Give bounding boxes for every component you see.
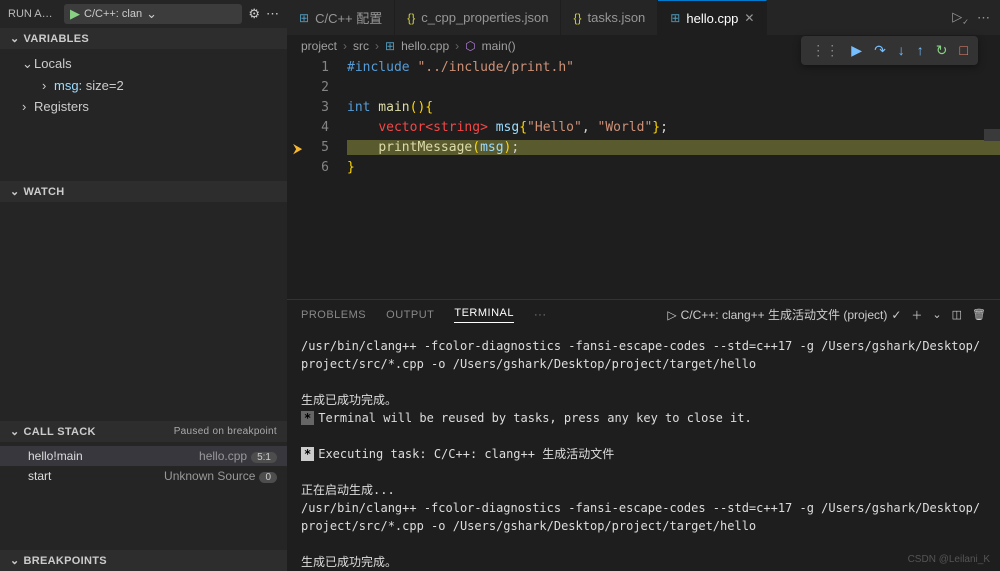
current-line-icon: ⮞	[293, 142, 302, 157]
tab-problems[interactable]: PROBLEMS	[301, 309, 366, 321]
debug-config-selector[interactable]: ▶ C/C++: clan ⌄	[64, 4, 242, 24]
main-area: ⊞C/C++ 配置 {}c_cpp_properties.json {}task…	[287, 0, 1000, 571]
task-icon: ▷	[667, 308, 676, 322]
callstack-panel: ⌄CALL STACK Paused on breakpoint hello!m…	[0, 421, 287, 490]
tab-terminal[interactable]: TERMINAL	[454, 307, 514, 323]
registers-scope[interactable]: ›Registers	[0, 96, 287, 117]
trash-icon[interactable]: 🗑	[972, 308, 986, 321]
minimap[interactable]	[984, 129, 1000, 141]
editor-tabs: ⊞C/C++ 配置 {}c_cpp_properties.json {}task…	[287, 0, 1000, 35]
locals-scope[interactable]: ⌄Locals	[0, 53, 287, 75]
debug-toolbar: ⋮⋮ ▶ ↷ ↓ ↑ ↻ □	[801, 36, 978, 65]
tab-tasks[interactable]: {}tasks.json	[561, 0, 658, 35]
grip-icon[interactable]: ⋮⋮	[811, 42, 839, 59]
tab-hello[interactable]: ⊞hello.cpp✕	[658, 0, 767, 35]
tab-cpp-config[interactable]: ⊞C/C++ 配置	[287, 0, 395, 35]
debug-sidebar: RUN AN... ▶ C/C++: clan ⌄ ⚙ ⋯ ⌄VARIABLES…	[0, 0, 287, 571]
task-mark-icon: *	[301, 447, 314, 461]
more-icon[interactable]: ⋯	[266, 6, 279, 22]
code-editor[interactable]: 1#include "../include/print.h" 2 3int ma…	[287, 57, 1000, 299]
json-icon: {}	[407, 11, 415, 25]
chevron-down-icon: ⌄	[10, 555, 20, 567]
tab-actions: ▷✓ ⋯	[942, 0, 1000, 35]
more-icon[interactable]: ⋯	[977, 10, 990, 26]
chevron-down-icon: ⌄	[146, 6, 157, 22]
breakpoints-panel: ⌄BREAKPOINTS	[0, 550, 287, 571]
chevron-down-icon[interactable]: ⌄	[932, 308, 941, 321]
bottom-panel: PROBLEMS OUTPUT TERMINAL ··· ▷C/C++: cla…	[287, 299, 1000, 571]
gear-icon[interactable]: ⚙	[248, 6, 260, 22]
chevron-down-icon: ⌄	[10, 426, 20, 438]
callstack-header[interactable]: ⌄CALL STACK Paused on breakpoint	[0, 421, 287, 442]
split-icon[interactable]: ◫	[952, 308, 962, 321]
step-out-icon[interactable]: ↑	[917, 42, 924, 59]
callstack-frame[interactable]: start Unknown Source0	[0, 466, 287, 486]
task-indicator[interactable]: ▷C/C++: clang++ 生成活动文件 (project) ✓	[667, 306, 901, 323]
chevron-down-icon: ⌄	[10, 33, 20, 45]
tab-more[interactable]: ···	[534, 309, 547, 321]
watermark: CSDN @Leilani_K	[908, 554, 990, 565]
chevron-right-icon: ›	[22, 99, 34, 114]
watch-header[interactable]: ⌄WATCH	[0, 181, 287, 202]
debug-config-name: C/C++: clan	[84, 8, 142, 20]
cpp-icon: ⊞	[670, 11, 680, 25]
callstack-status: Paused on breakpoint	[174, 426, 277, 437]
chevron-right-icon: ›	[42, 78, 54, 93]
continue-icon[interactable]: ▶	[851, 42, 862, 59]
callstack-frame[interactable]: hello!main hello.cpp5:1	[0, 446, 287, 466]
close-icon[interactable]: ✕	[744, 11, 754, 25]
restart-icon[interactable]: ↻	[936, 42, 948, 59]
run-debug-icon[interactable]: ▷✓	[952, 9, 969, 27]
json-icon: {}	[573, 11, 581, 25]
cpp-icon: ⊞	[299, 11, 309, 25]
new-terminal-icon[interactable]: ＋	[911, 307, 922, 323]
breakpoints-header[interactable]: ⌄BREAKPOINTS	[0, 550, 287, 571]
watch-panel: ⌄WATCH	[0, 181, 287, 202]
variables-panel: ⌄VARIABLES ⌄Locals ›msg: size=2 ›Registe…	[0, 28, 287, 121]
variables-header[interactable]: ⌄VARIABLES	[0, 28, 287, 49]
task-mark-icon: *	[301, 411, 314, 425]
chevron-down-icon: ⌄	[22, 56, 34, 72]
play-icon: ▶	[70, 6, 80, 22]
step-into-icon[interactable]: ↓	[898, 42, 905, 59]
chevron-down-icon: ⌄	[10, 186, 20, 198]
step-over-icon[interactable]: ↷	[874, 42, 886, 59]
tab-cpp-props[interactable]: {}c_cpp_properties.json	[395, 0, 561, 35]
cpp-icon: ⊞	[385, 39, 395, 53]
symbol-icon: ⬡	[465, 39, 475, 53]
variable-msg[interactable]: ›msg: size=2	[0, 75, 287, 96]
run-label: RUN AN...	[8, 8, 58, 20]
stop-icon[interactable]: □	[960, 42, 968, 59]
debug-config-bar: RUN AN... ▶ C/C++: clan ⌄ ⚙ ⋯	[0, 0, 287, 28]
panel-tabs: PROBLEMS OUTPUT TERMINAL ··· ▷C/C++: cla…	[287, 300, 1000, 329]
tab-output[interactable]: OUTPUT	[386, 309, 434, 321]
terminal-output[interactable]: /usr/bin/clang++ -fcolor-diagnostics -fa…	[287, 329, 1000, 571]
